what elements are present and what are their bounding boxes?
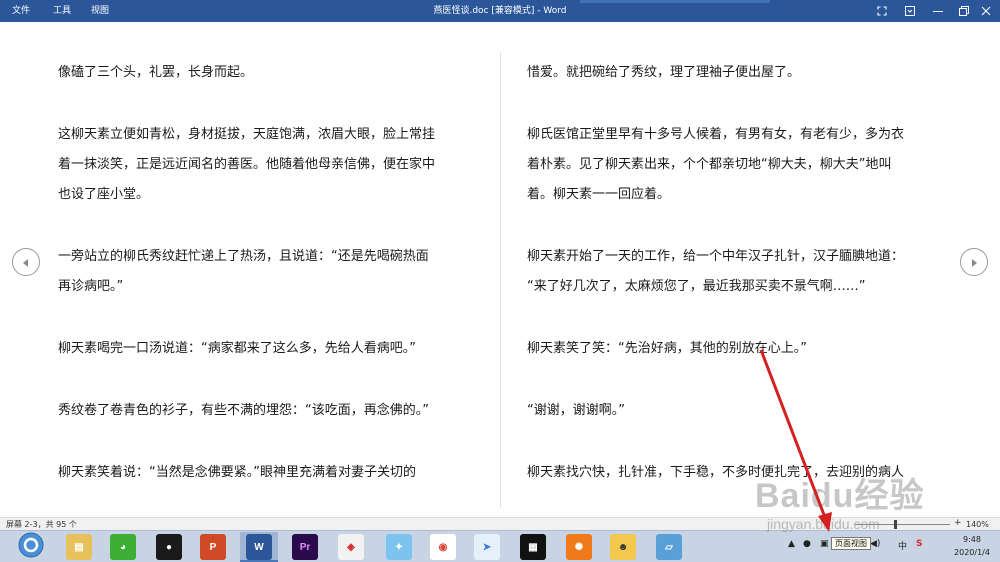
- taskbar-powerpoint[interactable]: P: [200, 534, 226, 560]
- notes-icon: ▱: [665, 541, 673, 553]
- taskbar-photo-app[interactable]: ◈: [338, 534, 364, 560]
- start-button[interactable]: [14, 532, 48, 562]
- bird-icon: ✦: [394, 541, 404, 553]
- triangle-left-icon: [21, 253, 31, 272]
- watermark-url: jingyan.baidu.com: [767, 516, 880, 532]
- clock-date: 2020/1/4: [954, 548, 990, 557]
- taskbar-notes-app[interactable]: ▱: [656, 534, 682, 560]
- close-button[interactable]: [972, 0, 1000, 22]
- title-bar: 文件 工具 视图 燕医怪谈.doc [兼容模式] - Word: [0, 0, 1000, 22]
- paragraph: 柳氏医馆正堂里早有十多号人候着，有男有女，有老有少，多为衣 着朴素。见了柳天素出来…: [527, 120, 952, 210]
- watermark-brand: Baidu经验: [755, 477, 925, 515]
- taskbar-feishu[interactable]: ➤: [474, 534, 500, 560]
- paragraph: 一旁站立的柳氏秀纹赶忙递上了热汤，且说道：“还是先喝碗热面 再诊病吧。”: [58, 242, 483, 302]
- taskbar-wechat[interactable]: ◕: [110, 534, 136, 560]
- text-line: 柳氏医馆正堂里早有十多号人候着，有男有女，有老有少，多为衣: [527, 127, 905, 142]
- taskbar-explorer[interactable]: ▤: [66, 534, 92, 560]
- ribbon-options-button[interactable]: [896, 0, 924, 22]
- tray-app-icon[interactable]: ▣: [820, 539, 829, 549]
- taskbar-bird-app[interactable]: ✦: [386, 534, 412, 560]
- photo-app-icon: ◈: [347, 541, 355, 553]
- text-line: “来了好几次了，太麻烦您了，最近我那买卖不景气啊……”: [527, 279, 866, 294]
- tray-qq-icon[interactable]: ●: [803, 539, 811, 549]
- sogou-ime-icon[interactable]: S: [916, 539, 922, 549]
- paragraph: “谢谢，谢谢啊。”: [527, 396, 952, 426]
- flame-icon: ✺: [574, 541, 584, 553]
- paragraph: 秀纹卷了卷青色的衫子，有些不满的埋怨：“该吃面，再念佛的。”: [58, 396, 483, 426]
- ribbon-display-icon: [905, 6, 915, 16]
- volume-icon[interactable]: ◀): [870, 539, 880, 549]
- taskbar-avatar-app[interactable]: ☻: [610, 534, 636, 560]
- paragraph: 惜爱。就把碗给了秀纹，理了理袖子便出屋了。: [527, 58, 952, 88]
- page-view-tooltip: 页面视图: [831, 537, 871, 550]
- text-line: 秀纹卷了卷青色的衫子，有些不满的埋怨：“该吃面，再念佛的。”: [58, 403, 429, 418]
- zoom-level[interactable]: 140%: [966, 519, 989, 530]
- paragraph: 这柳天素立便如青松，身材挺拔，天庭饱满，浓眉大眼，脸上常挂 着一抹淡笑，正是远近闻…: [58, 120, 483, 210]
- text-line: 像磕了三个头，礼罢，长身而起。: [58, 65, 254, 80]
- folder-icon: ▤: [74, 541, 84, 553]
- taskbar-chrome[interactable]: ◉: [430, 534, 456, 560]
- page-divider: [500, 52, 501, 508]
- restore-icon: [959, 6, 969, 16]
- text-line: 也设了座小堂。: [58, 187, 150, 202]
- menu-file[interactable]: 文件: [12, 0, 30, 22]
- start-orb-icon: [18, 532, 44, 562]
- text-line: 柳天素笑了笑：“先治好病，其他的别放在心上。”: [527, 341, 807, 356]
- left-page: 像磕了三个头，礼罢，长身而起。这柳天素立便如青松，身材挺拔，天庭饱满，浓眉大眼，…: [58, 58, 483, 520]
- window-title: 燕医怪谈.doc [兼容模式] - Word: [433, 6, 567, 16]
- paragraph: 柳天素笑了笑：“先治好病，其他的别放在心上。”: [527, 334, 952, 364]
- text-line: 柳天素开始了一天的工作，给一个中年汉子扎针，汉子腼腆地道：: [527, 249, 905, 264]
- taskbar-qq[interactable]: ●: [156, 534, 182, 560]
- exit-fullscreen-button[interactable]: [868, 0, 896, 22]
- text-line: 这柳天素立便如青松，身材挺拔，天庭饱满，浓眉大眼，脸上常挂: [58, 127, 436, 142]
- paragraph: 柳天素喝完一口汤说道：“病家都来了这么多，先给人看病吧。”: [58, 334, 483, 364]
- wechat-icon: ◕: [119, 541, 127, 553]
- word-icon: W: [254, 541, 264, 553]
- page-count: 屏幕 2-3，共 95 个: [6, 520, 77, 529]
- minimize-icon: [933, 6, 943, 16]
- text-line: 柳天素笑着说：“当然是念佛要紧。”眼神里充满着对妻子关切的: [58, 465, 416, 480]
- text-line: 着朴素。见了柳天素出来，个个都亲切地“柳大夫，柳大夫”地叫: [527, 157, 892, 172]
- system-clock[interactable]: 9:48 2020/1/4: [950, 533, 994, 559]
- text-line: “谢谢，谢谢啊。”: [527, 403, 625, 418]
- taskbar-video-editor[interactable]: ▦: [520, 534, 546, 560]
- paragraph: 像磕了三个头，礼罢，长身而起。: [58, 58, 483, 88]
- right-page: 惜爱。就把碗给了秀纹，理了理袖子便出屋了。柳氏医馆正堂里早有十多号人候着，有男有…: [527, 58, 952, 520]
- ime-indicator[interactable]: 中: [898, 539, 907, 552]
- tray-expand-icon[interactable]: ▲: [788, 539, 795, 549]
- paragraph: 柳天素笑着说：“当然是念佛要紧。”眼神里充满着对妻子关切的: [58, 458, 483, 488]
- clock-time: 9:48: [963, 535, 981, 544]
- text-line: 着一抹淡笑，正是远近闻名的善医。他随着他母亲信佛，便在家中: [58, 157, 436, 172]
- menu-tools[interactable]: 工具: [53, 0, 71, 22]
- next-page-button[interactable]: [960, 248, 988, 276]
- qq-penguin-icon: ●: [165, 541, 173, 553]
- zoom-in-button[interactable]: +: [954, 518, 962, 529]
- text-line: 着。柳天素一一回应着。: [527, 187, 671, 202]
- paper-plane-icon: ➤: [482, 541, 492, 553]
- powerpoint-icon: P: [209, 541, 217, 553]
- watermark: Baidu经验 jingyan.baidu.com: [755, 468, 955, 538]
- text-line: 惜爱。就把碗给了秀纹，理了理袖子便出屋了。: [527, 65, 801, 80]
- paragraph: 柳天素开始了一天的工作，给一个中年汉子扎针，汉子腼腆地道： “来了好几次了，太麻烦…: [527, 242, 952, 302]
- minimize-button[interactable]: [924, 0, 952, 22]
- taskbar-premiere[interactable]: Pr: [292, 534, 318, 560]
- text-line: 再诊病吧。”: [58, 279, 124, 294]
- reading-view: 像磕了三个头，礼罢，长身而起。这柳天素立便如青松，身材挺拔，天庭饱满，浓眉大眼，…: [0, 22, 1000, 517]
- exit-fullscreen-icon: [877, 6, 887, 16]
- text-line: 柳天素喝完一口汤说道：“病家都来了这么多，先给人看病吧。”: [58, 341, 416, 356]
- film-icon: ▦: [528, 541, 538, 553]
- previous-page-button[interactable]: [12, 248, 40, 276]
- text-line: 一旁站立的柳氏秀纹赶忙递上了热汤，且说道：“还是先喝碗热面: [58, 249, 429, 264]
- avatar-icon: ☻: [617, 541, 629, 553]
- triangle-right-icon: [969, 253, 979, 272]
- taskbar-word[interactable]: W: [246, 534, 272, 560]
- close-icon: [981, 6, 991, 16]
- premiere-icon: Pr: [299, 541, 311, 553]
- menu-view[interactable]: 视图: [91, 0, 109, 22]
- chrome-icon: ◉: [438, 541, 448, 553]
- taskbar-flame-app[interactable]: ✺: [566, 534, 592, 560]
